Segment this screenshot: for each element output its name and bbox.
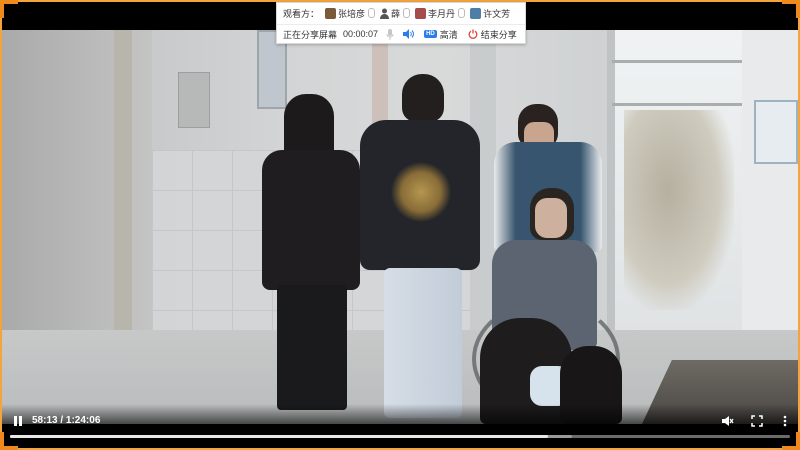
avatar xyxy=(470,7,482,19)
end-share-label: 结束分享 xyxy=(480,29,517,40)
viewer-item[interactable]: 李月丹 xyxy=(415,7,466,20)
viewer-item[interactable]: 薛 xyxy=(380,7,411,20)
viewer-name: 李月丹 xyxy=(428,8,456,19)
scene-window-grid xyxy=(612,60,742,106)
screen-share-toolbar: 观看方： 张培彦 薛 李月丹 许文芳 正在分享屏幕 00:00:07 HD 高清… xyxy=(276,2,526,44)
microphone-icon xyxy=(403,8,411,18)
share-timer: 00:00:07 xyxy=(343,29,379,39)
avatar xyxy=(325,7,337,19)
avatar xyxy=(415,7,427,19)
microphone-icon xyxy=(368,8,376,18)
person-girl xyxy=(262,150,360,290)
hd-badge[interactable]: HD xyxy=(424,30,437,38)
scene-poster xyxy=(372,40,388,130)
scene-notice-board xyxy=(754,100,798,164)
pause-icon[interactable] xyxy=(12,415,24,427)
scene-trees xyxy=(624,110,734,310)
hoodie-print xyxy=(390,162,452,222)
person-girl-legs xyxy=(277,285,347,410)
share-border-corner xyxy=(0,0,18,18)
mute-icon[interactable] xyxy=(720,414,734,428)
progress-played xyxy=(10,435,549,438)
avatar xyxy=(380,8,390,19)
power-icon xyxy=(468,29,478,39)
viewer-item[interactable]: 许文芳 xyxy=(470,7,510,20)
quality-label[interactable]: 高清 xyxy=(440,28,458,41)
share-border-corner xyxy=(0,432,18,450)
share-controls-row: 正在分享屏幕 00:00:07 HD 高清 结束分享 xyxy=(277,24,525,43)
viewer-name: 张培彦 xyxy=(338,8,366,19)
viewer-name: 许文芳 xyxy=(483,8,511,19)
progress-bar[interactable] xyxy=(10,435,790,438)
share-border-corner xyxy=(782,432,800,450)
share-status: 正在分享屏幕 xyxy=(283,29,338,40)
end-share-button[interactable]: 结束分享 xyxy=(468,28,517,41)
fullscreen-icon[interactable] xyxy=(750,414,764,428)
viewer-item[interactable]: 张培彦 xyxy=(325,7,376,20)
microphone-icon[interactable] xyxy=(386,28,394,40)
person-woman-face xyxy=(535,198,567,238)
more-icon[interactable] xyxy=(778,414,792,428)
viewers-row: 观看方： 张培彦 薛 李月丹 许文芳 xyxy=(277,4,525,22)
scene-wall-box xyxy=(178,72,210,128)
person-boy-head xyxy=(402,74,444,122)
speaker-icon[interactable] xyxy=(402,29,414,39)
viewers-label: 观看方： xyxy=(283,8,320,19)
person-boy-jeans xyxy=(384,268,462,418)
playback-time: 58:13 / 1:24:06 xyxy=(32,415,101,426)
share-border-corner xyxy=(782,0,800,18)
viewer-name: 薛 xyxy=(391,8,401,19)
video-frame[interactable] xyxy=(2,30,798,424)
microphone-icon xyxy=(458,8,466,18)
video-controls: 58:13 / 1:24:06 xyxy=(2,404,798,448)
